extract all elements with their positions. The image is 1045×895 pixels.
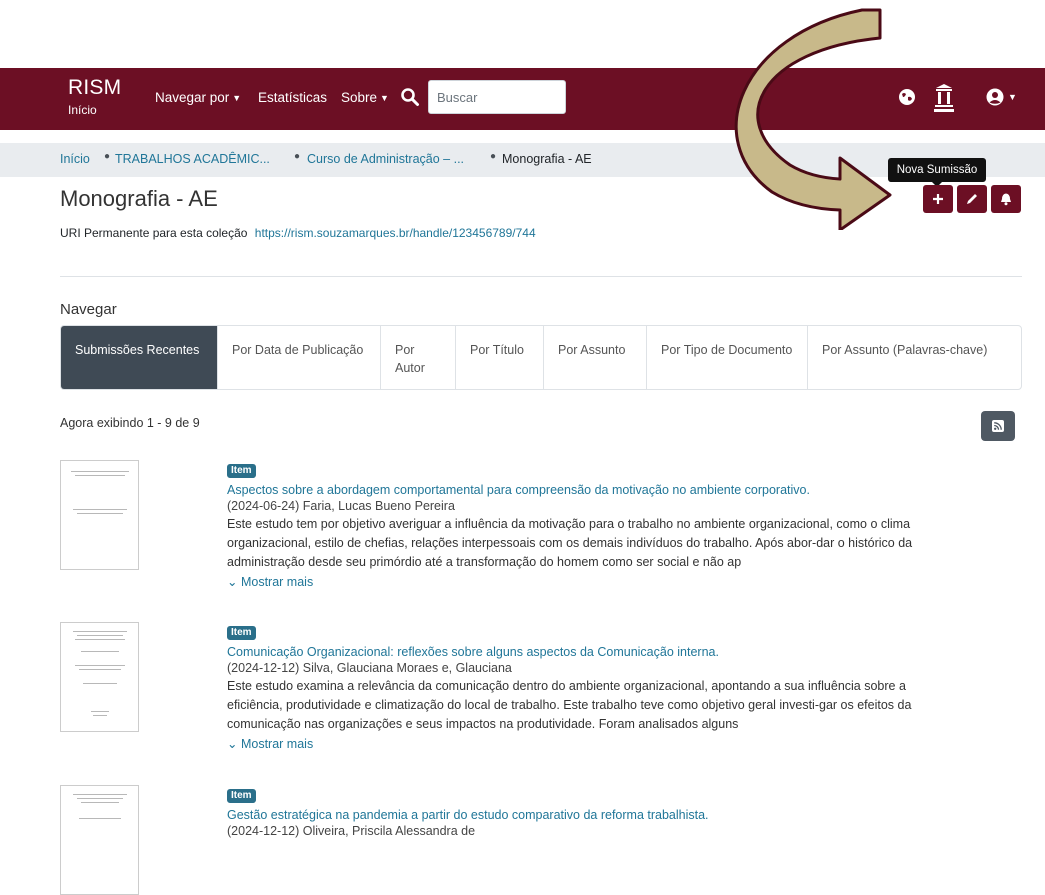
caret-down-icon[interactable]: ▼ [1008, 92, 1017, 102]
tooltip-new-submission: Nova Sumissão [888, 158, 986, 182]
uri-link[interactable]: https://rism.souzamarques.br/handle/1234… [255, 226, 536, 240]
user-icon[interactable] [986, 88, 1004, 106]
brand-name[interactable]: RISM [68, 76, 121, 100]
rss-icon [992, 420, 1004, 432]
search-input[interactable] [428, 80, 566, 114]
breadcrumb-separator: ● [294, 151, 301, 162]
nav-browse-label: Navegar por [155, 90, 230, 105]
show-more-label: Mostrar mais [240, 575, 314, 589]
tab-by-keywords[interactable]: Por Assunto (Palavras-chave) [808, 326, 1021, 389]
divider [60, 276, 1022, 277]
result-title[interactable]: Aspectos sobre a abordagem comportamenta… [227, 482, 942, 498]
tab-by-subject[interactable]: Por Assunto [544, 326, 647, 389]
item-badge: Item [227, 626, 256, 640]
subscribe-button[interactable] [991, 185, 1021, 213]
plus-icon [933, 194, 943, 204]
abstract-fade [782, 553, 942, 572]
nav-browse-dropdown[interactable]: Navegar por ▼ [155, 90, 241, 105]
breadcrumb-separator: ● [104, 151, 111, 162]
result-body: Item Comunicação Organizacional: reflexõ… [227, 622, 942, 753]
tab-by-title[interactable]: Por Título [456, 326, 544, 389]
result-body: Item Aspectos sobre a abordagem comporta… [227, 460, 942, 591]
result-body: Item Gestão estratégica na pandemia a pa… [227, 785, 942, 840]
page-title: Monografia - AE [60, 186, 218, 211]
document-thumbnail[interactable] [60, 622, 139, 732]
results-count: Agora exibindo 1 - 9 de 9 [60, 416, 200, 430]
abstract-fade [782, 715, 942, 734]
uri-label: URI Permanente para esta coleção [60, 226, 248, 240]
breadcrumb-current: Monografia - AE [502, 152, 592, 166]
nav-about-label: Sobre [341, 90, 378, 105]
nav-statistics[interactable]: Estatísticas [258, 90, 327, 105]
bell-icon [1001, 193, 1011, 206]
top-navbar: RISM Início Navegar por ▼ Estatísticas So… [0, 68, 1045, 130]
search-icon[interactable] [400, 87, 420, 107]
browse-heading: Navegar [60, 301, 117, 318]
browse-tabs: Submissões Recentes Por Data de Publicaç… [60, 325, 1022, 390]
breadcrumb-home[interactable]: Início [60, 152, 90, 166]
show-more-link[interactable]: ⌄ Mostrar mais [227, 574, 313, 589]
result-meta: (2024-12-12) Oliveira, Priscila Alessand… [227, 824, 476, 838]
institution-logo [934, 84, 954, 112]
caret-down-icon: ▼ [232, 93, 242, 103]
show-more-link[interactable]: ⌄ Mostrar mais [227, 736, 313, 751]
caret-down-icon: ▼ [380, 93, 389, 103]
tab-by-document-type[interactable]: Por Tipo de Documento [647, 326, 808, 389]
document-thumbnail[interactable] [60, 785, 139, 895]
tab-by-author[interactable]: Por Autor [381, 326, 456, 389]
home-link[interactable]: Início [68, 103, 121, 117]
result-title[interactable]: Comunicação Organizacional: reflexões so… [227, 644, 942, 660]
result-meta: (2024-12-12) Silva, Glauciana Moraes e, … [227, 661, 512, 675]
breadcrumb-course[interactable]: Curso de Administração – ... [307, 152, 464, 166]
item-badge: Item [227, 789, 256, 803]
pencil-icon [967, 194, 977, 204]
breadcrumb-community[interactable]: TRABALHOS ACADÊMIC... [115, 152, 270, 166]
rss-feed-button[interactable] [981, 411, 1015, 441]
chevron-down-icon: ⌄ [227, 737, 238, 751]
new-submission-button[interactable] [923, 185, 953, 213]
result-abstract: Este estudo tem por objetivo averiguar a… [227, 515, 942, 572]
document-thumbnail[interactable] [60, 460, 139, 570]
item-badge: Item [227, 464, 256, 478]
permanent-uri-row: URI Permanente para esta coleção https:/… [60, 226, 536, 240]
tab-by-publication-date[interactable]: Por Data de Publicação [218, 326, 381, 389]
brand[interactable]: RISM Início [68, 76, 121, 117]
result-abstract: Este estudo examina a relevância da comu… [227, 677, 942, 734]
nav-about-dropdown[interactable]: Sobre ▼ [341, 90, 389, 105]
breadcrumb-separator: ● [490, 151, 497, 162]
globe-icon[interactable] [898, 88, 916, 106]
result-title[interactable]: Gestão estratégica na pandemia a partir … [227, 807, 942, 823]
show-more-label: Mostrar mais [240, 737, 314, 751]
tab-recent-submissions[interactable]: Submissões Recentes [61, 326, 218, 389]
chevron-down-icon: ⌄ [227, 575, 238, 589]
result-meta: (2024-06-24) Faria, Lucas Bueno Pereira [227, 499, 455, 513]
edit-collection-button[interactable] [957, 185, 987, 213]
